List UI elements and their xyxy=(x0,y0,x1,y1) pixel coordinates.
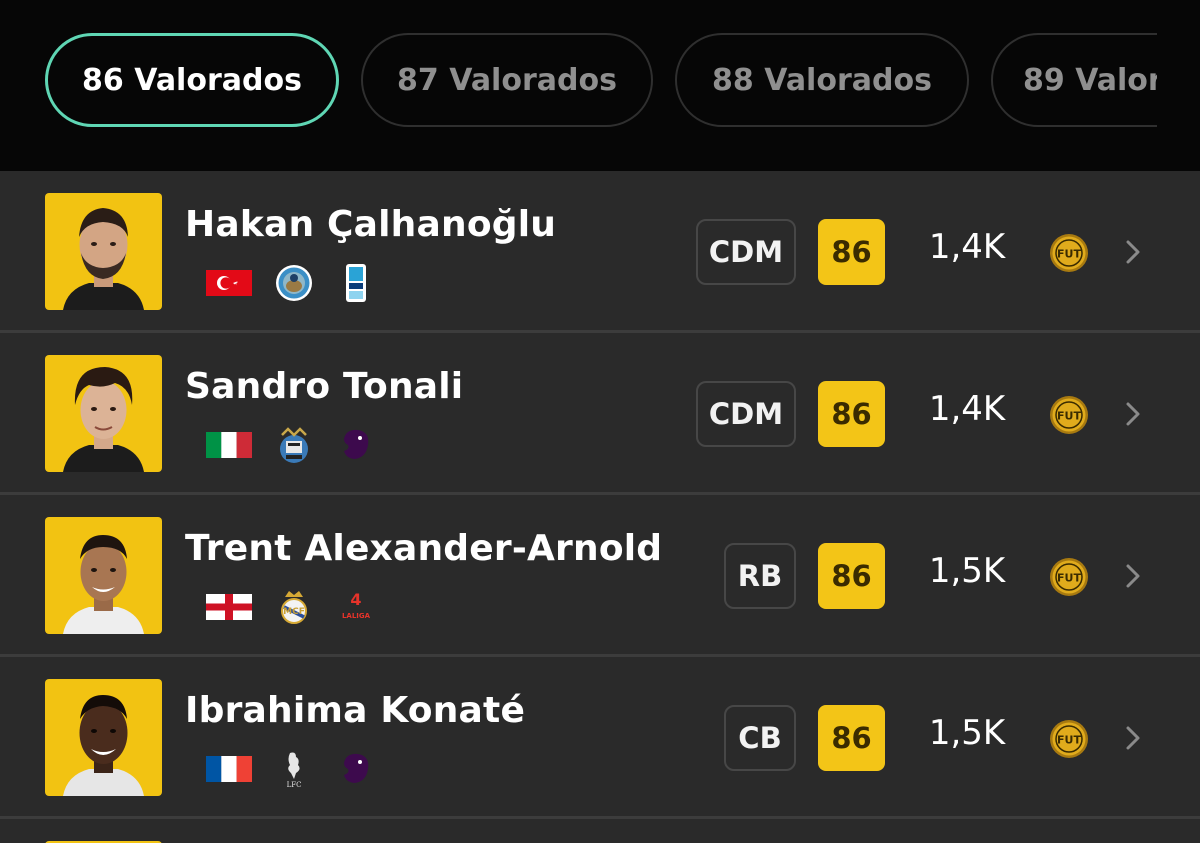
chevron-right-icon[interactable] xyxy=(1124,562,1142,590)
fut-coin-label: FUT xyxy=(1057,734,1081,747)
player-row[interactable]: Ibrahima Konaté LFC CB 86 1,5K FUT xyxy=(0,657,1200,819)
player-badges: MCF 4 LALIGA xyxy=(206,587,376,627)
fut-coin-label: FUT xyxy=(1057,410,1081,423)
player-row[interactable]: Sandro Tonali CDM 86 1,4K FUT xyxy=(0,333,1200,495)
newcastle-crest-icon xyxy=(280,427,308,463)
turkey-flag-icon xyxy=(206,270,252,296)
position-badge: CDM xyxy=(696,219,796,285)
chevron-right-icon[interactable] xyxy=(1124,400,1142,428)
serie-a-icon xyxy=(346,264,366,302)
player-list: Hakan Çalhanoğlu CDM 86 1,4K FUT Sandro … xyxy=(0,171,1200,843)
player-row[interactable]: Trent Alexander-Arnold MCF 4 LALIGA RB 8… xyxy=(0,495,1200,657)
laliga-wordmark: LALIGA xyxy=(342,612,371,620)
laliga-number-mark: 4 xyxy=(350,590,361,609)
player-row[interactable] xyxy=(0,819,1200,843)
rating-badge: 86 xyxy=(818,543,885,609)
player-name: Sandro Tonali xyxy=(185,366,464,407)
player-badges xyxy=(206,425,376,465)
italy-flag-icon xyxy=(206,432,252,458)
real-madrid-crest-icon: MCF xyxy=(281,591,307,624)
rating-badge: 86 xyxy=(818,381,885,447)
price-value: 1,5K xyxy=(928,713,1006,753)
premier-league-icon xyxy=(344,429,369,459)
tab-88-valorados[interactable]: 88 Valorados xyxy=(675,33,969,127)
player-name: Hakan Çalhanoğlu xyxy=(185,204,557,245)
fut-coin-label: FUT xyxy=(1057,248,1081,261)
price-value: 1,4K xyxy=(928,227,1006,267)
fut-coin-icon: FUT xyxy=(1050,720,1088,758)
inter-crest-icon xyxy=(276,265,312,301)
fut-coin-label: FUT xyxy=(1057,572,1081,585)
chevron-right-icon[interactable] xyxy=(1124,724,1142,752)
player-badges: LFC xyxy=(206,749,376,789)
premier-league-icon xyxy=(344,753,369,783)
fut-coin-icon: FUT xyxy=(1050,396,1088,434)
real-madrid-monogram: MCF xyxy=(283,607,305,617)
rating-badge: 86 xyxy=(818,219,885,285)
rating-tabs: 86 Valorados 87 Valorados 88 Valorados 8… xyxy=(0,0,1157,171)
rating-filter-bar: 86 Valorados 87 Valorados 88 Valorados 8… xyxy=(0,0,1200,171)
player-photo xyxy=(45,193,162,310)
player-row[interactable]: Hakan Çalhanoğlu CDM 86 1,4K FUT xyxy=(0,171,1200,333)
rating-badge: 86 xyxy=(818,705,885,771)
france-flag-icon xyxy=(206,756,252,782)
liverpool-crest-icon: LFC xyxy=(287,752,302,789)
price-value: 1,5K xyxy=(928,551,1006,591)
fut-coin-icon: FUT xyxy=(1050,558,1088,596)
position-badge: RB xyxy=(724,543,796,609)
tab-89-valorados[interactable]: 89 Valorados xyxy=(991,33,1157,127)
tab-86-valorados[interactable]: 86 Valorados xyxy=(45,33,339,127)
player-name: Ibrahima Konaté xyxy=(185,690,526,731)
tab-87-valorados[interactable]: 87 Valorados xyxy=(361,33,653,127)
position-badge: CDM xyxy=(696,381,796,447)
liverpool-wordmark: LFC xyxy=(287,781,302,789)
laliga-icon: 4 LALIGA xyxy=(342,590,371,620)
price-value: 1,4K xyxy=(928,389,1006,429)
player-photo xyxy=(45,355,162,472)
player-photo xyxy=(45,679,162,796)
chevron-right-icon[interactable] xyxy=(1124,238,1142,266)
player-badges xyxy=(206,263,376,303)
fut-coin-icon: FUT xyxy=(1050,234,1088,272)
player-photo xyxy=(45,517,162,634)
position-badge: CB xyxy=(724,705,796,771)
england-flag-icon xyxy=(206,594,252,620)
player-name: Trent Alexander-Arnold xyxy=(185,528,663,569)
